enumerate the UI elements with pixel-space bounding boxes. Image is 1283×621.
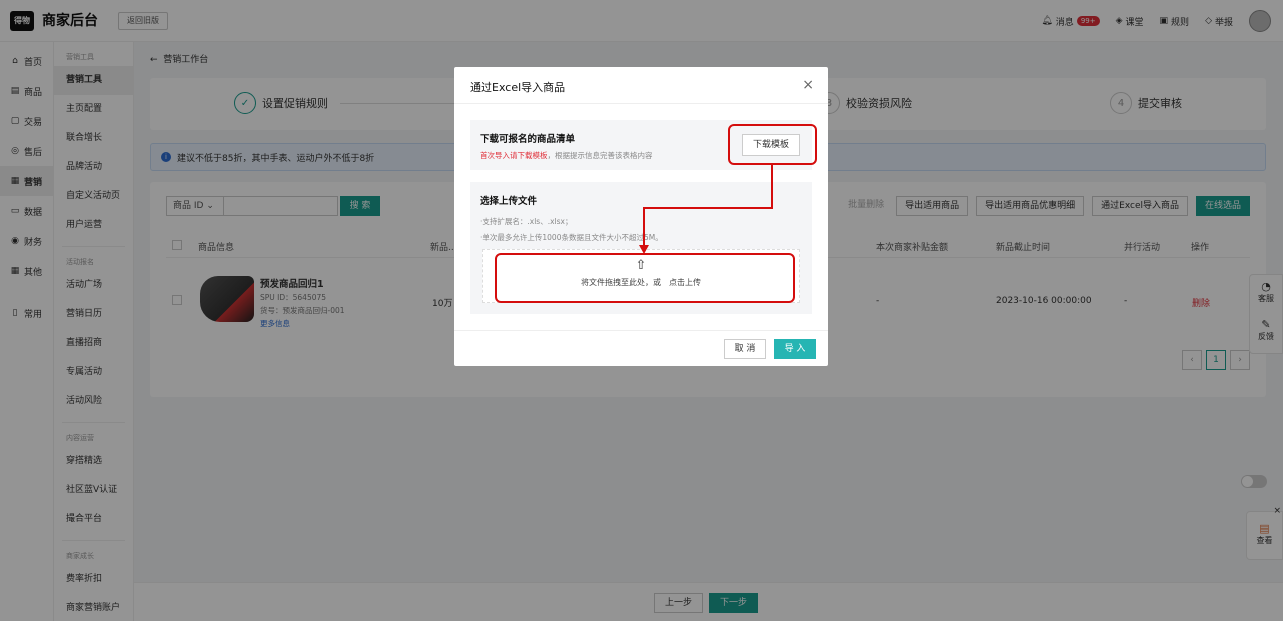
annotation-arrow bbox=[639, 165, 773, 254]
app-root: 得物 商家后台 返回旧版 🔔︎ 消息 99+ ◈ 课堂 ▣ 规则 ◇ 举报 ⌂ … bbox=[0, 0, 1283, 621]
